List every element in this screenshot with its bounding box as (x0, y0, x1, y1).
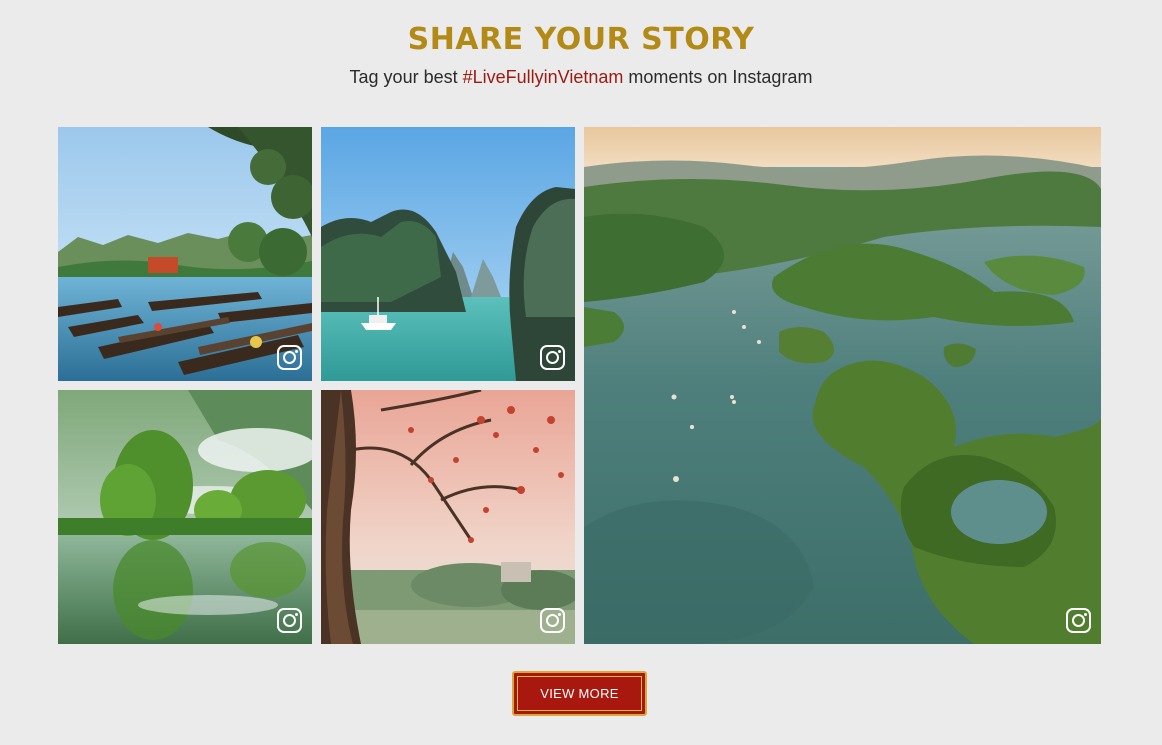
photo-bamboo-lake (58, 390, 312, 644)
instagram-icon (277, 345, 302, 370)
subtitle-text-after: moments on Instagram (623, 67, 813, 87)
instagram-icon (277, 608, 302, 633)
instagram-icon (540, 345, 565, 370)
photo-bay-cliffs (321, 127, 575, 381)
gallery-photo-bay-cliffs[interactable] (321, 127, 575, 381)
gallery-photo-blossom-lake[interactable] (321, 390, 575, 644)
photo-aerial-bay (584, 127, 1101, 644)
instagram-icon (540, 608, 565, 633)
instagram-icon (1066, 608, 1091, 633)
gallery-photo-bamboo-lake[interactable] (58, 390, 312, 644)
subtitle-text-before: Tag your best (349, 67, 463, 87)
hashtag-link[interactable]: #LiveFullyinVietnam (463, 67, 624, 87)
gallery-photo-river-boats[interactable] (58, 127, 312, 381)
photo-blossom-lake (321, 390, 575, 644)
view-more-button[interactable]: VIEW MORE (512, 671, 647, 716)
gallery-photo-aerial-bay[interactable] (584, 127, 1101, 644)
photo-river-boats (58, 127, 312, 381)
section-title: SHARE YOUR STORY (407, 22, 755, 57)
section-subtitle: Tag your best #LiveFullyinVietnam moment… (0, 67, 1162, 88)
